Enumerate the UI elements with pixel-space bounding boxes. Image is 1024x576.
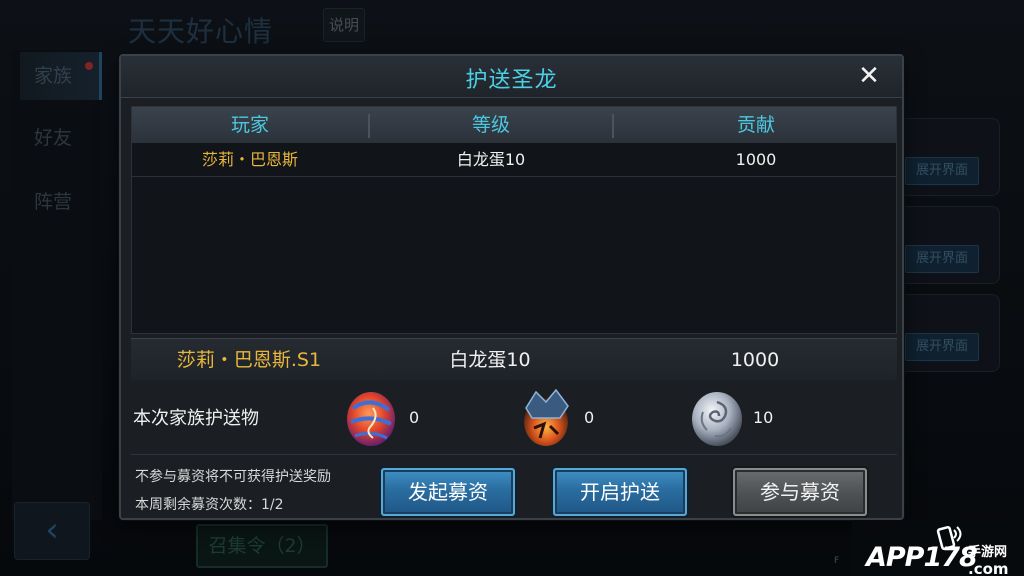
item-count: 0 <box>584 408 595 427</box>
dialog-header: 护送圣龙 ✕ <box>121 56 902 98</box>
player-name: 莎莉・巴恩斯 <box>201 150 298 169</box>
item-count: 10 <box>753 408 774 427</box>
reward-hint: 不参与募资将不可获得护送奖励 <box>135 469 331 485</box>
start-fundraise-button[interactable]: 发起募资 <box>381 468 515 516</box>
escort-dragon-dialog: 护送圣龙 ✕ 玩家 等级 贡献 莎莉・巴恩斯 白龙蛋10 1000 莎莉・巴恩斯… <box>119 54 904 520</box>
item-count: 0 <box>409 408 420 427</box>
self-row: 莎莉・巴恩斯.S1 白龙蛋10 1000 <box>131 338 897 380</box>
table-row[interactable]: 莎莉・巴恩斯 白龙蛋10 1000 <box>132 143 896 177</box>
column-level: 等级 <box>471 114 510 136</box>
white-dragon-egg-icon <box>692 392 742 446</box>
start-escort-button[interactable]: 开启护送 <box>553 468 687 516</box>
player-level: 白龙蛋10 <box>456 150 526 169</box>
escort-items-label: 本次家族护送物 <box>133 408 259 429</box>
watermark-logo-icon <box>936 525 962 551</box>
remaining-fundraise-count: 本周剩余募资次数：1/2 <box>135 497 284 513</box>
close-icon[interactable]: ✕ <box>854 61 884 91</box>
column-contribution: 贡献 <box>736 114 775 136</box>
self-player-name: 莎莉・巴恩斯.S1 <box>176 349 322 371</box>
contribution-table: 玩家 等级 贡献 莎莉・巴恩斯 白龙蛋10 1000 <box>131 106 897 334</box>
join-fundraise-button[interactable]: 参与募资 <box>733 468 867 516</box>
watermark-site-name: 手游网 <box>968 545 1008 560</box>
table-header: 玩家 等级 贡献 <box>132 107 896 143</box>
watermark-domain: .com <box>968 560 1009 576</box>
watermark-site: 手游网 .com <box>968 541 1009 576</box>
lava-dragon-egg-icon <box>524 388 569 446</box>
red-dragon-egg-icon <box>347 392 395 446</box>
player-contribution: 1000 <box>735 150 777 169</box>
dialog-title: 护送圣龙 <box>465 68 558 93</box>
self-contribution: 1000 <box>730 349 780 371</box>
self-level: 白龙蛋10 <box>449 349 531 371</box>
column-player: 玩家 <box>230 114 269 136</box>
divider <box>131 454 897 455</box>
